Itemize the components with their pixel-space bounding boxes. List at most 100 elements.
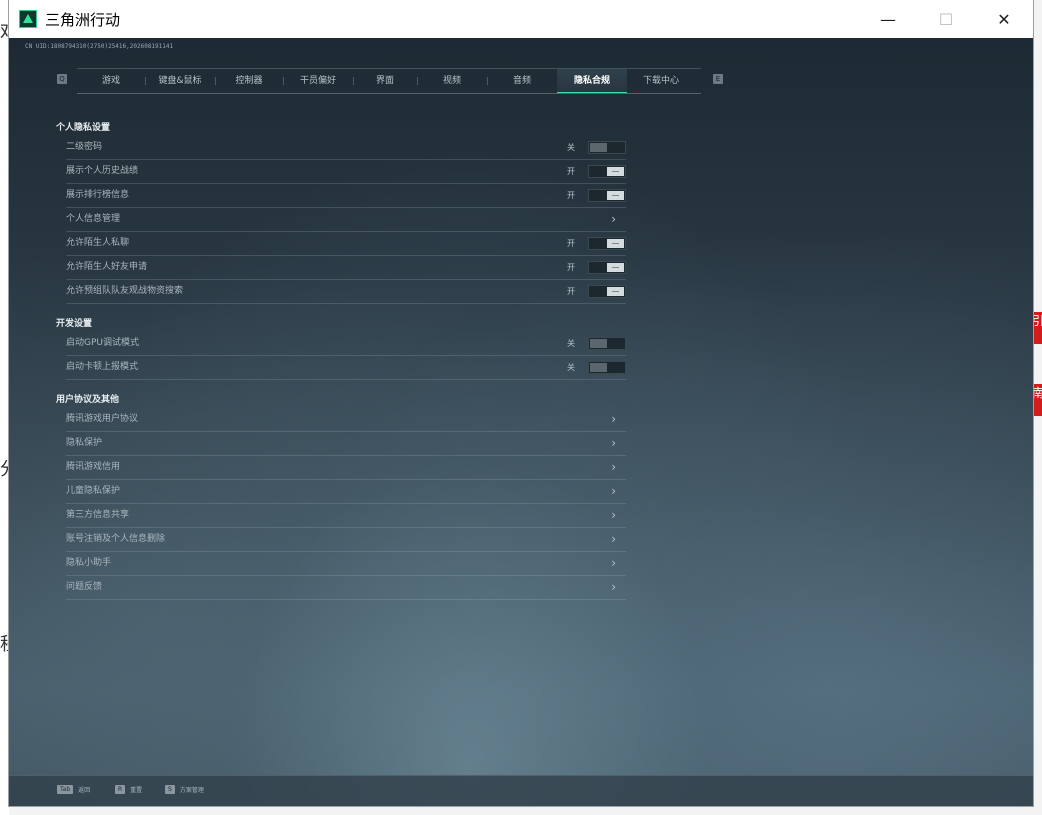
window-controls: — ☐ ✕ [859, 0, 1033, 38]
tab-strip: 游戏 键盘&鼠标 控制器 干员偏好 界面 视频 音频 隐私合规 下载中心 [77, 68, 701, 94]
toggle-knob [590, 339, 607, 348]
app-logo-icon [19, 10, 37, 28]
section-title-dev: 开发设置 [56, 319, 93, 329]
background-text: 程 [0, 630, 9, 656]
toggle-state-label: 关 [567, 143, 575, 152]
toggle-switch[interactable] [588, 237, 626, 250]
setting-row[interactable]: 个人信息管理 › [66, 208, 626, 232]
chevron-right-icon[interactable]: › [611, 504, 616, 527]
setting-row[interactable]: 腾讯游戏用户协议 › [66, 408, 626, 432]
toggle-knob [590, 143, 607, 152]
setting-label: 账号注销及个人信息删除 [66, 534, 166, 544]
chevron-right-icon[interactable]: › [611, 480, 616, 503]
maximize-button[interactable]: ☐ [917, 0, 975, 38]
setting-row[interactable]: 展示排行榜信息 开 [66, 184, 626, 208]
tab-5[interactable]: 视频 [417, 69, 487, 93]
toggle-state-label: 开 [567, 191, 575, 200]
tab-0[interactable]: 游戏 [77, 69, 145, 93]
background-app-strip-left [0, 0, 9, 815]
toggle-switch[interactable] [588, 141, 626, 154]
next-tab-key[interactable]: E [713, 74, 723, 84]
setting-label: 问题反馈 [66, 582, 103, 592]
bottom-hint-bar: Tab 返回 R 重置 S 方案管理 [9, 775, 1033, 806]
toggle-switch[interactable] [588, 285, 626, 298]
chevron-right-icon[interactable]: › [611, 576, 616, 599]
chevron-right-icon[interactable]: › [611, 552, 616, 575]
setting-row[interactable]: 二级密码 关 [66, 136, 626, 160]
hint-key: Tab [57, 785, 74, 794]
tab-3[interactable]: 干员偏好 [283, 69, 353, 93]
setting-label: 启动卡顿上报模式 [66, 362, 139, 372]
setting-row[interactable]: 展示个人历史战绩 开 [66, 160, 626, 184]
hint-key: R [115, 785, 126, 794]
setting-row[interactable]: 第三方信息共享 › [66, 504, 626, 528]
hint-label: 返回 [78, 787, 91, 794]
toggle-switch[interactable] [588, 189, 626, 202]
close-button[interactable]: ✕ [975, 0, 1033, 38]
title-bar[interactable]: 三角洲行动 — ☐ ✕ [9, 0, 1033, 38]
tab-1[interactable]: 键盘&鼠标 [145, 69, 215, 93]
setting-row[interactable]: 允许陌生人私聊 开 [66, 232, 626, 256]
window-title: 三角洲行动 [45, 10, 121, 29]
toggle-knob [590, 363, 607, 372]
setting-row[interactable]: 隐私小助手 › [66, 552, 626, 576]
setting-label: 允许陌生人私聊 [66, 238, 130, 248]
toggle-switch[interactable] [588, 165, 626, 178]
chevron-right-icon[interactable]: › [611, 408, 616, 431]
setting-row[interactable]: 隐私保护 › [66, 432, 626, 456]
background-red-badge: 引 [1032, 312, 1042, 344]
hint-2[interactable]: S 方案管理 [165, 785, 204, 794]
hint-1[interactable]: R 重置 [115, 785, 142, 794]
prev-tab-key[interactable]: Q [57, 74, 67, 84]
game-window: 三角洲行动 — ☐ ✕ CN UID:1808794310(2750)25416… [9, 0, 1033, 806]
background-red-badge: 南 [1032, 384, 1042, 416]
toggle-knob [607, 287, 624, 296]
minimize-button[interactable]: — [859, 0, 917, 38]
toggle-state-label: 关 [567, 363, 575, 372]
toggle-switch[interactable] [588, 361, 626, 374]
toggle-switch[interactable] [588, 337, 626, 350]
game-client-area: CN UID:1808794310(2750)25416,20260819114… [9, 38, 1033, 806]
setting-row[interactable]: 允许预组队队友观战物资搜索 开 [66, 280, 626, 304]
setting-row[interactable]: 腾讯游戏信用 › [66, 456, 626, 480]
setting-label: 展示排行榜信息 [66, 190, 130, 200]
toggle-state-label: 开 [567, 239, 575, 248]
setting-row[interactable]: 启动GPU调试模式 关 [66, 332, 626, 356]
tab-8[interactable]: 下载中心 [627, 69, 695, 93]
toggle-knob [607, 167, 624, 176]
setting-label: 启动GPU调试模式 [66, 338, 139, 348]
setting-row[interactable]: 启动卡顿上报模式 关 [66, 356, 626, 380]
background-text: 分 [0, 455, 9, 481]
setting-label: 隐私小助手 [66, 558, 112, 568]
setting-label: 允许预组队队友观战物资搜索 [66, 286, 184, 296]
toggle-state-label: 开 [567, 167, 575, 176]
setting-label: 隐私保护 [66, 438, 103, 448]
tab-4[interactable]: 界面 [353, 69, 417, 93]
setting-label: 儿童隐私保护 [66, 486, 121, 496]
toggle-state-label: 开 [567, 287, 575, 296]
toggle-knob [607, 263, 624, 272]
hint-key: S [165, 785, 175, 794]
settings-tab-bar: Q 游戏 键盘&鼠标 控制器 干员偏好 界面 视频 音频 隐私合规 下载中心 E [57, 68, 727, 94]
toggle-state-label: 关 [567, 339, 575, 348]
tab-2[interactable]: 控制器 [215, 69, 283, 93]
chevron-right-icon[interactable]: › [611, 456, 616, 479]
chevron-right-icon[interactable]: › [611, 208, 616, 231]
setting-row[interactable]: 账号注销及个人信息删除 › [66, 528, 626, 552]
setting-row[interactable]: 问题反馈 › [66, 576, 626, 600]
chevron-right-icon[interactable]: › [611, 528, 616, 551]
hint-0[interactable]: Tab 返回 [57, 785, 90, 794]
setting-label: 允许陌生人好友申请 [66, 262, 148, 272]
toggle-switch[interactable] [588, 261, 626, 274]
toggle-knob [607, 239, 624, 248]
section-title-privacy: 个人隐私设置 [56, 123, 111, 133]
tab-7[interactable]: 隐私合规 [557, 69, 627, 93]
tab-6[interactable]: 音频 [487, 69, 557, 93]
setting-row[interactable]: 允许陌生人好友申请 开 [66, 256, 626, 280]
privacy-rows: 二级密码关展示个人历史战绩开展示排行榜信息开个人信息管理 › 允许陌生人私聊开允许陌… [66, 136, 626, 304]
toggle-knob [607, 191, 624, 200]
chevron-right-icon[interactable]: › [611, 432, 616, 455]
setting-label: 腾讯游戏信用 [66, 462, 121, 472]
setting-row[interactable]: 儿童隐私保护 › [66, 480, 626, 504]
agreement-rows: 腾讯游戏用户协议 › 隐私保护 › 腾讯游戏信用 › 儿童隐私保护 › 第三方信息共享 › 账号注销… [66, 408, 626, 600]
